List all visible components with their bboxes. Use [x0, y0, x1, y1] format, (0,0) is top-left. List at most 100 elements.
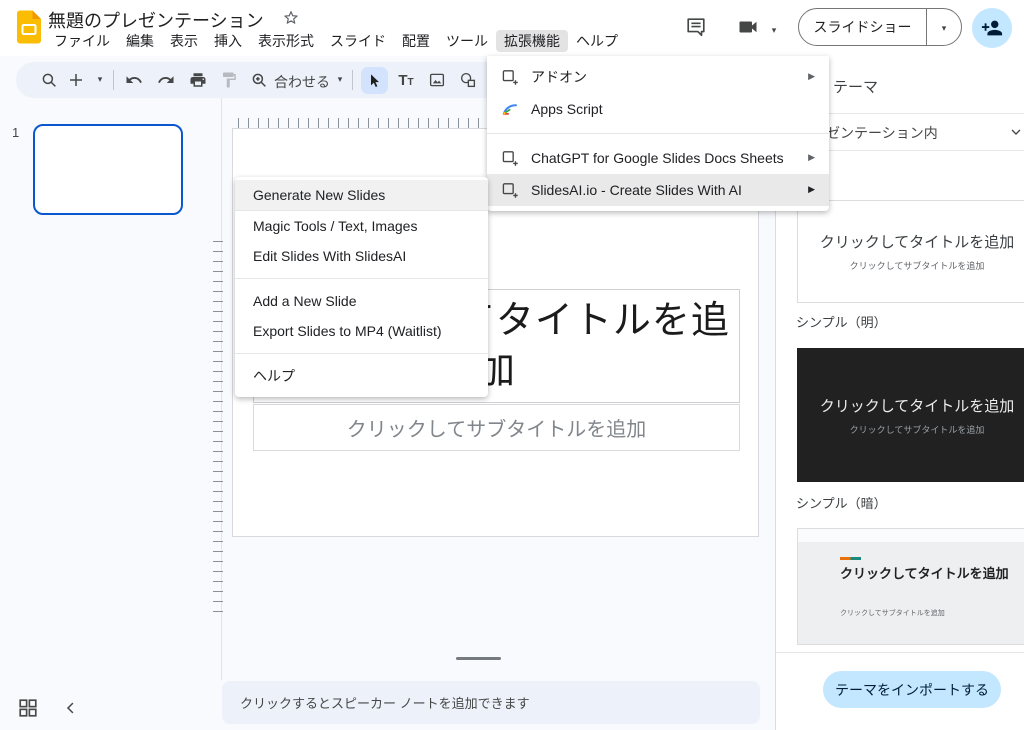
subtitle-placeholder[interactable]: クリックしてサブタイトルを追加: [253, 404, 740, 451]
vertical-ruler: [213, 238, 223, 612]
thumb-title: クリックしてタイトルを追加: [819, 397, 1015, 415]
slide-thumbnail[interactable]: [33, 124, 183, 215]
menu-format[interactable]: 表示形式: [250, 30, 322, 52]
menu-item-slidesai[interactable]: SlidesAI.io - Create Slides With AI ▶: [487, 174, 829, 206]
chevron-down-icon[interactable]: [1008, 124, 1024, 140]
insert-image-button[interactable]: [425, 68, 449, 92]
grid-view-button[interactable]: [17, 697, 39, 719]
divider: [113, 70, 114, 90]
star-icon[interactable]: [282, 9, 300, 27]
print-icon: [190, 73, 206, 87]
redo-button[interactable]: [154, 68, 178, 92]
cursor-icon: [370, 73, 379, 87]
search-icon: [42, 73, 56, 87]
submenu-item-help[interactable]: ヘルプ: [235, 361, 488, 391]
menu-edit[interactable]: 編集: [118, 30, 162, 52]
notes-resize-handle[interactable]: [456, 657, 501, 660]
select-tool-button[interactable]: [361, 67, 388, 94]
menu-insert[interactable]: 挿入: [206, 30, 250, 52]
zoom-button[interactable]: [247, 68, 271, 92]
print-button[interactable]: [186, 68, 210, 92]
share-button[interactable]: [972, 8, 1012, 48]
theme-panel-title: テーマ: [833, 79, 879, 96]
meet-caret[interactable]: ▾: [762, 19, 786, 43]
divider: [776, 652, 1024, 653]
apps-script-icon: [502, 104, 517, 115]
meet-button[interactable]: [736, 15, 760, 39]
theme-thumbnail-simple-light[interactable]: クリックしてタイトルを追加 クリックしてサブタイトルを追加: [797, 200, 1024, 303]
submenu-item-export-mp4[interactable]: Export Slides to MP4 (Waitlist): [235, 316, 488, 346]
submenu-item-generate-new-slides[interactable]: Generate New Slides: [235, 180, 488, 210]
theme-thumbnail-third[interactable]: クリックしてタイトルを追加 クリックしてサブタイトルを追加: [797, 528, 1024, 645]
submenu-arrow-icon: ▶: [808, 72, 815, 82]
theme-name-simple-dark: シンプル（暗）: [796, 496, 887, 511]
menu-tools[interactable]: ツール: [438, 30, 496, 52]
submenu-arrow-icon: ▶: [808, 185, 815, 195]
new-slide-button[interactable]: [64, 68, 88, 92]
thumb-subtitle: クリックしてサブタイトルを追加: [840, 610, 945, 617]
slide-number: 1: [12, 125, 20, 140]
slideshow-options-button[interactable]: ▾: [927, 18, 961, 36]
image-icon: [429, 73, 445, 87]
menu-extensions[interactable]: 拡張機能: [496, 30, 568, 52]
slideshow-button[interactable]: スライドショー ▾: [798, 8, 962, 46]
video-camera-icon: [739, 21, 757, 33]
submenu-item-add-new-slide[interactable]: Add a New Slide: [235, 286, 488, 316]
subtitle-placeholder-text: クリックしてサブタイトルを追加: [346, 419, 647, 441]
menu-arrange[interactable]: 配置: [394, 30, 438, 52]
paint-format-button[interactable]: [217, 68, 241, 92]
theme-name-simple-light: シンプル（明）: [796, 315, 887, 330]
person-add-icon: [981, 20, 1003, 36]
slideshow-label: スライドショー: [813, 19, 912, 35]
thumb-subtitle: クリックしてサブタイトルを追加: [849, 261, 985, 271]
chevron-left-icon: [66, 702, 74, 714]
thumb-title: クリックしてタイトルを追加: [819, 234, 1015, 251]
search-menus-button[interactable]: [37, 68, 61, 92]
chevron-down-icon: ▾: [941, 24, 947, 34]
menu-view[interactable]: 表示: [162, 30, 206, 52]
submenu-item-magic-tools[interactable]: Magic Tools / Text, Images: [235, 211, 488, 241]
menu-slide[interactable]: スライド: [322, 30, 394, 52]
menu-bar: ファイル 編集 表示 挿入 表示形式 スライド 配置 ツール 拡張機能 ヘルプ: [46, 30, 626, 52]
comments-button[interactable]: [684, 15, 708, 39]
thumb-title: クリックしてタイトルを追加: [840, 566, 1009, 581]
shape-icon: [460, 72, 476, 88]
collapse-filmstrip-button[interactable]: [62, 699, 82, 719]
addon-icon: [502, 183, 518, 198]
import-theme-button[interactable]: テーマをインポートする: [823, 671, 1001, 708]
menu-help[interactable]: ヘルプ: [568, 30, 626, 52]
paint-roller-icon: [223, 72, 236, 88]
insert-shape-button[interactable]: [456, 68, 480, 92]
chevron-down-icon: ▾: [97, 74, 103, 85]
divider: [235, 353, 488, 354]
accent-dash: [840, 557, 861, 560]
divider: [487, 133, 829, 134]
addon-icon: [502, 151, 518, 166]
thumb-header-strip: [798, 529, 1024, 542]
slides-logo-icon[interactable]: [16, 10, 42, 44]
chevron-down-icon: ▾: [337, 74, 343, 85]
new-slide-caret[interactable]: ▾: [88, 68, 112, 92]
menu-item-chatgpt[interactable]: ChatGPT for Google Slides Docs Sheets ▶: [487, 142, 829, 174]
extensions-menu: アドオン ▶ Apps Script ChatGPT for Google Sl…: [487, 56, 829, 211]
redo-icon: [158, 76, 174, 83]
menu-item-addons[interactable]: アドオン ▶: [487, 61, 829, 93]
undo-button[interactable]: [122, 68, 146, 92]
thumb-subtitle: クリックしてサブタイトルを追加: [849, 424, 985, 435]
zoom-fit-caret[interactable]: ▾: [328, 68, 352, 92]
text-box-button[interactable]: TT: [394, 68, 418, 92]
theme-thumbnail-simple-dark[interactable]: クリックしてタイトルを追加 クリックしてサブタイトルを追加: [797, 348, 1024, 482]
speaker-notes-input[interactable]: クリックするとスピーカー ノートを追加できます: [222, 681, 760, 724]
chevron-down-icon: ▾: [771, 25, 777, 36]
grid-view-icon: [19, 699, 37, 717]
slidesai-submenu: Generate New Slides Magic Tools / Text, …: [235, 177, 488, 397]
zoom-in-icon: [252, 73, 266, 87]
menu-item-apps-script[interactable]: Apps Script: [487, 93, 829, 125]
zoom-fit-select[interactable]: 合わせる: [274, 72, 330, 92]
submenu-arrow-icon: ▶: [808, 153, 815, 163]
divider: [235, 278, 488, 279]
menu-file[interactable]: ファイル: [46, 30, 118, 52]
undo-icon: [126, 76, 142, 83]
submenu-item-edit-slides[interactable]: Edit Slides With SlidesAI: [235, 241, 488, 271]
addon-icon: [502, 70, 518, 85]
